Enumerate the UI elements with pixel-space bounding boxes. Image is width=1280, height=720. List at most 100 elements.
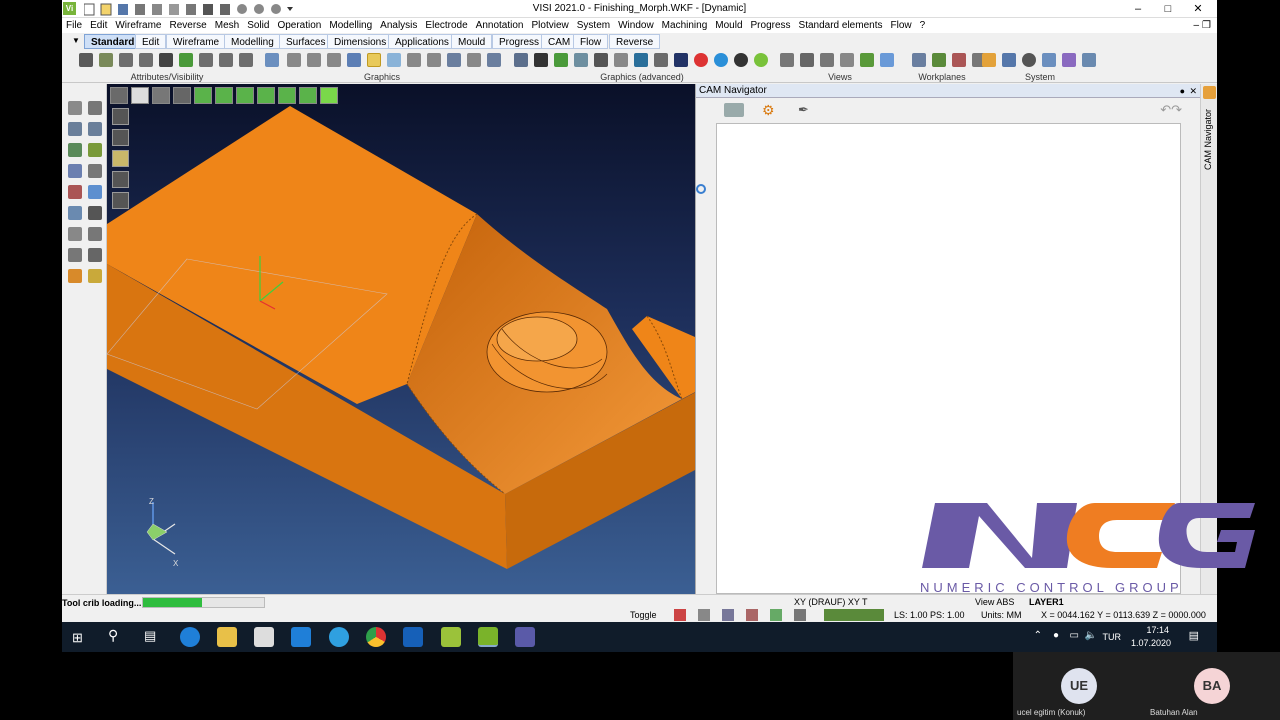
cube-icon[interactable] xyxy=(88,206,102,220)
sphere-icon[interactable] xyxy=(714,53,728,67)
menu-reverse[interactable]: Reverse xyxy=(165,18,210,33)
menu-flow[interactable]: Flow xyxy=(886,18,915,33)
menu-mesh[interactable]: Mesh xyxy=(211,18,243,33)
ribbon-collapse-icon[interactable]: ▼ xyxy=(72,36,80,45)
sphere-icon[interactable] xyxy=(754,53,768,67)
delete-icon[interactable] xyxy=(68,185,82,199)
microphone-icon[interactable]: ● xyxy=(1053,630,1059,641)
view-mode-icon[interactable] xyxy=(347,53,361,67)
menu-plotview[interactable]: Plotview xyxy=(528,18,573,33)
view-cube-icon[interactable] xyxy=(320,87,338,104)
copy-icon[interactable] xyxy=(68,206,82,220)
tool-icon[interactable] xyxy=(68,269,82,283)
tab-dimensions[interactable]: Dimensions xyxy=(327,34,394,49)
refresh-icon[interactable] xyxy=(265,53,279,67)
tray-expand-icon[interactable]: ⌃ xyxy=(1034,630,1042,641)
show-icon[interactable] xyxy=(119,53,133,67)
tab-progress[interactable]: Progress xyxy=(492,34,547,49)
graphics-adv-icon[interactable] xyxy=(594,53,608,67)
maximize-button[interactable]: □ xyxy=(1153,1,1183,17)
view-icon[interactable] xyxy=(780,53,794,67)
graphics-adv-icon[interactable] xyxy=(534,53,548,67)
clock-date[interactable]: 1.07.2020 xyxy=(1131,638,1171,648)
binoculars-icon[interactable] xyxy=(159,53,173,67)
display-mode-icon[interactable] xyxy=(112,171,129,188)
menu-mould[interactable]: Mould xyxy=(711,18,746,33)
view-cube-icon[interactable] xyxy=(194,87,212,104)
move-icon[interactable] xyxy=(68,122,82,136)
teams-icon[interactable] xyxy=(515,627,535,647)
workplane-icon[interactable] xyxy=(952,53,966,67)
gear-icon[interactable]: ⚙ xyxy=(762,102,775,119)
clock-time[interactable]: 17:14 xyxy=(1146,625,1169,635)
tab-flow[interactable]: Flow xyxy=(573,34,609,49)
tab-reverse[interactable]: Reverse xyxy=(609,34,661,49)
menu-standard-elements[interactable]: Standard elements xyxy=(795,18,887,33)
graphics-adv-icon[interactable] xyxy=(554,53,568,67)
question-icon[interactable] xyxy=(68,248,82,262)
settings-icon[interactable] xyxy=(1022,53,1036,67)
tab-standard[interactable]: Standard xyxy=(84,34,142,49)
menu-window[interactable]: Window xyxy=(614,18,658,33)
tab-edit[interactable]: Edit xyxy=(135,34,167,49)
view-mode-icon[interactable] xyxy=(487,53,501,67)
display-mode-icon[interactable] xyxy=(112,150,129,167)
language-indicator[interactable]: TUR xyxy=(1103,632,1122,642)
view-menu-icon[interactable] xyxy=(110,87,128,104)
menu-annotation[interactable]: Annotation xyxy=(472,18,528,33)
color-palette-icon[interactable] xyxy=(982,53,996,67)
start-icon[interactable]: ⊞ xyxy=(72,630,83,646)
close-button[interactable]: ✕ xyxy=(1183,1,1213,17)
graphics-adv-icon[interactable] xyxy=(574,53,588,67)
display-mode-icon[interactable] xyxy=(112,108,129,125)
undo-icon[interactable]: ↶↷ xyxy=(1160,102,1182,118)
menu-analysis[interactable]: Analysis xyxy=(376,18,421,33)
tab-modelling[interactable]: Modelling xyxy=(224,34,281,49)
system-icon[interactable] xyxy=(1082,53,1096,67)
tab-wireframe[interactable]: Wireframe xyxy=(166,34,227,49)
view-mode-icon[interactable] xyxy=(467,53,481,67)
plane-label[interactable]: XY (DRAUF) XY T xyxy=(794,597,868,607)
display-mode-icon[interactable] xyxy=(112,192,129,209)
tab-applications[interactable]: Applications xyxy=(388,34,456,49)
chrome-icon[interactable] xyxy=(366,627,386,647)
view-cube-icon[interactable] xyxy=(257,87,275,104)
tool-icon[interactable] xyxy=(88,269,102,283)
view-mode-icon[interactable] xyxy=(287,53,301,67)
layer-label[interactable]: LAYER1 xyxy=(1029,597,1064,607)
file-explorer-icon[interactable] xyxy=(217,627,237,647)
mdi-restore-icon[interactable]: ❐ xyxy=(1198,18,1215,33)
outlook-icon[interactable] xyxy=(403,627,423,647)
view-cube-icon[interactable] xyxy=(299,87,317,104)
view-mode-icon[interactable] xyxy=(427,53,441,67)
menu-solid[interactable]: Solid xyxy=(243,18,273,33)
network-icon[interactable]: ▭ xyxy=(1070,630,1079,641)
view-icon[interactable] xyxy=(840,53,854,67)
view-cube-icon[interactable] xyxy=(236,87,254,104)
attribute-icon[interactable] xyxy=(99,53,113,67)
workplane-icon[interactable] xyxy=(932,53,946,67)
task-view-icon[interactable]: ▤ xyxy=(144,628,156,644)
pan-icon[interactable] xyxy=(173,87,191,104)
sphere-icon[interactable] xyxy=(734,53,748,67)
graphics-adv-icon[interactable] xyxy=(634,53,648,67)
menu-edit[interactable]: Edit xyxy=(86,18,111,33)
menu-operation[interactable]: Operation xyxy=(273,18,325,33)
menu-file[interactable]: File xyxy=(62,18,86,33)
mirror-icon[interactable] xyxy=(68,143,82,157)
mail-icon[interactable] xyxy=(291,627,311,647)
menu-machining[interactable]: Machining xyxy=(658,18,712,33)
display-mode-icon[interactable] xyxy=(112,129,129,146)
system-icon[interactable] xyxy=(1062,53,1076,67)
tab-cam[interactable]: CAM xyxy=(541,34,578,49)
minimize-button[interactable]: – xyxy=(1123,1,1153,17)
view-icon[interactable] xyxy=(820,53,834,67)
layer-icon[interactable] xyxy=(179,53,193,67)
notification-icon[interactable]: ▤ xyxy=(1189,629,1199,642)
tab-surfaces[interactable]: Surfaces xyxy=(279,34,333,49)
store-icon[interactable] xyxy=(254,627,274,647)
visi-icon[interactable] xyxy=(441,627,461,647)
machine-icon[interactable] xyxy=(724,103,744,117)
volume-icon[interactable]: 🔈 xyxy=(1085,630,1097,641)
search-icon[interactable]: ⚲ xyxy=(108,627,118,644)
